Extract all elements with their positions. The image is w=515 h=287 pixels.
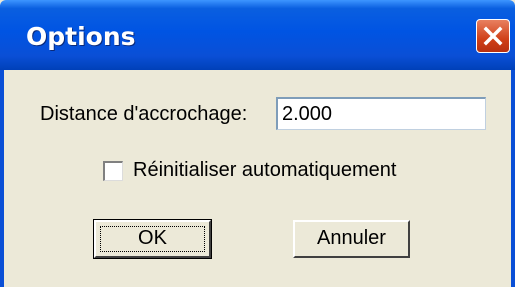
ok-button[interactable]: OK <box>93 219 212 259</box>
auto-reset-label[interactable]: Réinitialiser automatiquement <box>133 159 396 182</box>
window-frame-left <box>0 70 4 287</box>
close-button[interactable] <box>476 19 510 53</box>
cancel-button-label: Annuler <box>317 227 386 249</box>
window-frame-right <box>511 70 515 287</box>
window-title: Options <box>26 22 136 51</box>
cancel-button[interactable]: Annuler <box>293 220 410 258</box>
close-icon <box>483 26 503 46</box>
distance-label: Distance d'accrochage: <box>40 103 248 125</box>
title-bar[interactable]: Options <box>0 0 515 70</box>
auto-reset-checkbox[interactable] <box>103 161 123 181</box>
distance-input[interactable]: 2.000 <box>276 97 486 130</box>
focus-rectangle <box>100 226 205 252</box>
options-dialog: Options Distance d'accrochage: 2.000 Réi… <box>0 0 515 287</box>
